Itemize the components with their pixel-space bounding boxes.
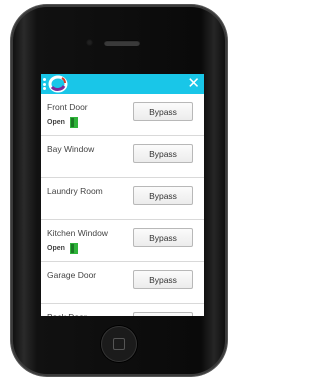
zone-row: Front Door Open Bypass <box>41 94 204 136</box>
zone-name: Front Door <box>47 102 88 112</box>
open-door-icon <box>69 243 78 254</box>
app-screen: ✕ Front Door Open Bypass Bay Window Bypass La… <box>41 74 204 316</box>
zone-name: Laundry Room <box>47 186 103 196</box>
zone-name: Garage Door <box>47 270 97 280</box>
app-logo-icon <box>48 75 68 93</box>
front-camera <box>86 39 93 46</box>
zone-list: Front Door Open Bypass Bay Window Bypass Laun… <box>41 94 204 316</box>
bypass-button[interactable]: Bypass <box>133 312 193 316</box>
zone-status: Open <box>47 117 78 128</box>
zone-row: Garage Door Bypass <box>41 262 204 304</box>
earpiece-speaker <box>104 40 140 46</box>
zone-status: Open <box>47 243 78 254</box>
zone-name: Kitchen Window <box>47 228 108 238</box>
open-door-icon <box>69 117 78 128</box>
zone-row: Kitchen Window Open Bypass <box>41 220 204 262</box>
zone-name: Bay Window <box>47 144 95 154</box>
bypass-button[interactable]: Bypass <box>133 186 193 205</box>
home-button[interactable] <box>101 326 137 362</box>
zone-row: Laundry Room Bypass <box>41 178 204 220</box>
app-header: ✕ <box>41 74 204 94</box>
bypass-button[interactable]: Bypass <box>133 144 193 163</box>
zone-row: Back Door Bypass <box>41 304 204 316</box>
bypass-button[interactable]: Bypass <box>133 270 193 289</box>
close-icon[interactable]: ✕ <box>187 75 200 93</box>
zone-row: Bay Window Bypass <box>41 136 204 178</box>
bypass-button[interactable]: Bypass <box>133 102 193 121</box>
zone-status-label: Open <box>47 245 65 252</box>
kebab-menu-icon[interactable] <box>43 78 46 90</box>
zone-name: Back Door <box>47 312 87 316</box>
bypass-button[interactable]: Bypass <box>133 228 193 247</box>
zone-status-label: Open <box>47 119 65 126</box>
phone-frame: ✕ Front Door Open Bypass Bay Window Bypass La… <box>11 5 227 376</box>
